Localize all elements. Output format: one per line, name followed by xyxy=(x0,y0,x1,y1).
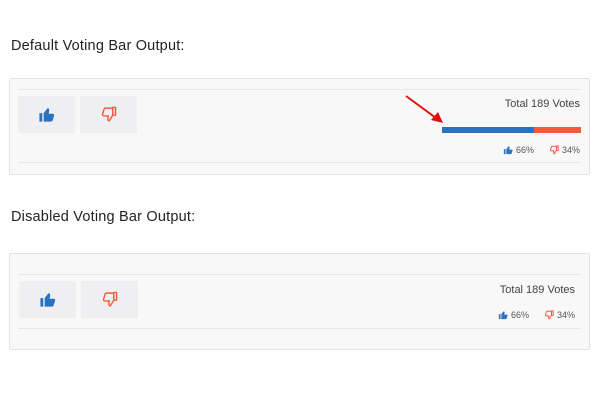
voting-bar-down-segment xyxy=(533,127,581,133)
vote-percentages: 66% 34% xyxy=(498,310,575,320)
section-title-disabled: Disabled Voting Bar Output: xyxy=(11,209,196,225)
downvote-button[interactable] xyxy=(80,96,137,133)
total-votes: Total 189 Votes xyxy=(499,284,575,296)
downvote-percent: 34% xyxy=(556,310,575,320)
voting-bar-up-segment xyxy=(442,127,534,133)
total-votes: Total 189 Votes xyxy=(504,98,580,110)
upvote-button[interactable] xyxy=(19,281,76,318)
thumbs-down-icon xyxy=(102,291,118,307)
voting-panel-disabled: Total 189 Votes 66% 34% xyxy=(9,253,590,350)
divider xyxy=(18,328,581,329)
upvote-button[interactable] xyxy=(18,96,75,133)
downvote-button[interactable] xyxy=(81,281,138,318)
upvote-percent: 66% xyxy=(510,310,529,320)
thumbs-up-icon xyxy=(503,146,513,155)
thumbs-down-icon xyxy=(101,106,117,122)
divider xyxy=(18,274,581,275)
divider xyxy=(18,89,581,90)
vote-percentages: 66% 34% xyxy=(503,145,580,155)
divider xyxy=(18,162,581,163)
section-title-default: Default Voting Bar Output: xyxy=(11,38,185,54)
downvote-percent: 34% xyxy=(561,145,580,155)
thumbs-up-icon xyxy=(39,108,55,122)
upvote-percent: 66% xyxy=(515,145,534,155)
thumbs-up-icon xyxy=(40,293,56,307)
thumbs-down-icon xyxy=(544,310,554,320)
thumbs-down-icon xyxy=(549,145,559,155)
thumbs-up-icon xyxy=(498,311,508,320)
voting-panel-default: Total 189 Votes 66% 34% xyxy=(9,78,590,175)
voting-bar xyxy=(442,127,581,133)
